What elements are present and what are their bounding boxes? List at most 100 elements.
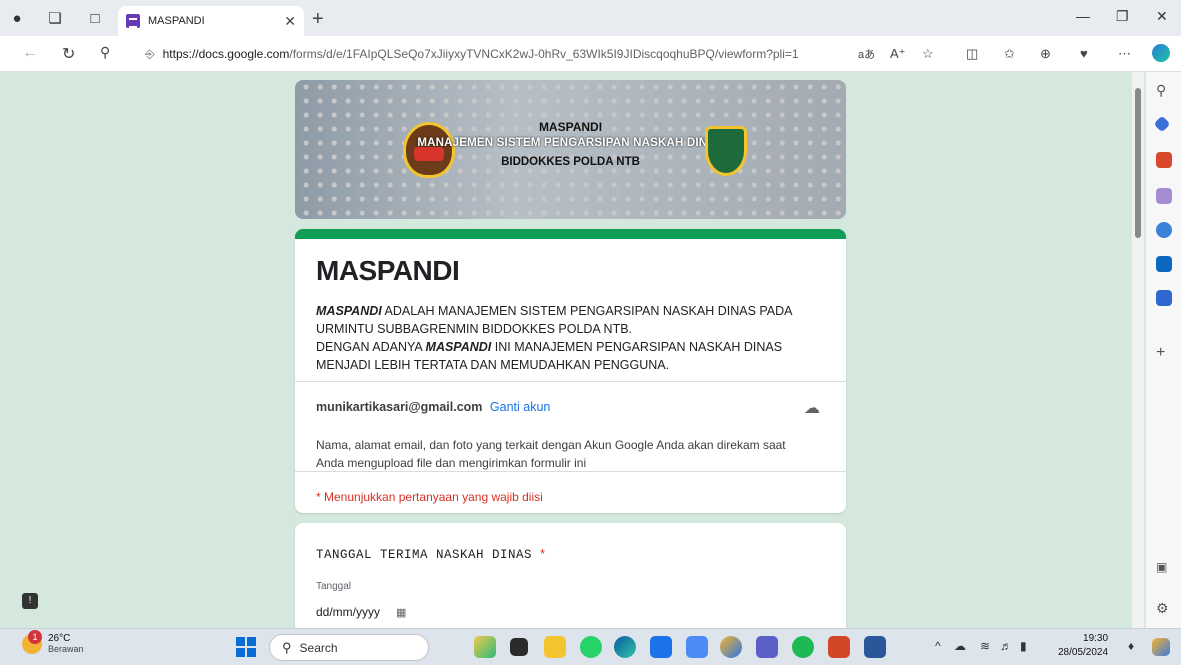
favorites-icon[interactable]: ✩ bbox=[1004, 46, 1015, 62]
battery-icon[interactable]: ▮ bbox=[1020, 639, 1027, 653]
teams-icon[interactable] bbox=[756, 636, 778, 658]
show-hidden-icons[interactable]: ^ bbox=[935, 639, 941, 653]
notifications-icon[interactable]: ♦ bbox=[1128, 639, 1134, 653]
start-button[interactable] bbox=[236, 637, 256, 657]
new-tab-icon[interactable]: + bbox=[312, 8, 324, 31]
report-feedback-icon[interactable]: ! bbox=[22, 593, 38, 609]
switch-account-link[interactable]: Ganti akun bbox=[490, 400, 550, 414]
drop-icon[interactable] bbox=[1156, 290, 1172, 306]
favorite-star-icon[interactable]: ☆ bbox=[922, 46, 934, 62]
more-options-icon[interactable]: ⋯ bbox=[1118, 46, 1131, 62]
question-title: TANGGAL TERIMA NASKAH DINAS * bbox=[316, 547, 545, 562]
copilot-icon[interactable] bbox=[1152, 44, 1170, 62]
onedrive-icon[interactable]: ☁ bbox=[954, 639, 966, 653]
banner-subtitle-2: BIDDOKKES POLDA NTB bbox=[501, 156, 640, 168]
restore-icon[interactable]: ❐ bbox=[1116, 8, 1129, 25]
system-clock[interactable]: 19:30 28/05/2024 bbox=[1058, 632, 1108, 660]
url-host: https://docs.google.com bbox=[162, 47, 290, 61]
close-tab-icon[interactable]: ✕ bbox=[284, 13, 296, 30]
spotify-icon[interactable] bbox=[792, 636, 814, 658]
desc-text-1: ADALAH MANAJEMEN SISTEM PENGARSIPAN NASK… bbox=[316, 304, 792, 336]
windows-taskbar: 1 26°C Berawan ⚲ Search ^ ☁ ≋ ♬ ▮ 19:30 … bbox=[0, 628, 1181, 665]
read-aloud-icon[interactable]: A⁺ bbox=[890, 46, 906, 62]
desc-emphasis-2: MASPANDI bbox=[425, 340, 492, 354]
required-note: * Menunjukkan pertanyaan yang wajib diis… bbox=[316, 490, 543, 504]
back-icon[interactable]: ← bbox=[22, 44, 38, 62]
address-bar-row: ← ↻ ⚲ ⎆ https://docs.google.com /forms/d… bbox=[0, 36, 1181, 72]
translate-icon[interactable]: aあ bbox=[858, 46, 875, 62]
whatsapp-icon[interactable] bbox=[580, 636, 602, 658]
tab-actions-icon[interactable]: □ bbox=[82, 5, 108, 31]
copilot-app-icon[interactable] bbox=[474, 636, 496, 658]
outlook-icon[interactable] bbox=[1156, 256, 1172, 272]
widget-app-icon[interactable] bbox=[1152, 638, 1170, 656]
clock-time: 19:30 bbox=[1083, 633, 1109, 644]
edge-icon[interactable] bbox=[614, 636, 636, 658]
office-icon[interactable] bbox=[1156, 222, 1172, 238]
refresh-icon[interactable]: ↻ bbox=[62, 44, 75, 64]
weather-icon: 1 bbox=[22, 630, 42, 654]
taskbar-search[interactable]: ⚲ Search bbox=[269, 634, 429, 661]
split-screen-icon[interactable]: ◫ bbox=[966, 46, 978, 62]
desc-text-2: DENGAN ADANYA bbox=[316, 340, 426, 354]
divider bbox=[295, 381, 846, 382]
required-asterisk: * bbox=[540, 547, 546, 561]
edge-sidebar: ⚲ + ▣ ⚙ bbox=[1145, 72, 1181, 628]
form-header-image: MASPANDI MANAJEMEN SISTEM PENGARSIPAN NA… bbox=[295, 80, 846, 219]
weather-badge: 1 bbox=[28, 630, 42, 644]
wifi-icon[interactable]: ≋ bbox=[980, 639, 990, 653]
file-explorer-icon[interactable] bbox=[544, 636, 566, 658]
cloud-save-icon: ☁ bbox=[804, 400, 820, 417]
desc-emphasis-1: MASPANDI bbox=[316, 304, 382, 318]
active-tab[interactable]: MASPANDI ✕ bbox=[118, 6, 304, 36]
date-placeholder: dd/mm/yyyy bbox=[316, 605, 381, 619]
word-icon[interactable] bbox=[864, 636, 886, 658]
form-description: MASPANDI ADALAH MANAJEMEN SISTEM PENGARS… bbox=[316, 302, 826, 374]
date-input[interactable]: dd/mm/yyyy ▦ bbox=[316, 605, 406, 619]
search-icon: ⚲ bbox=[282, 639, 292, 655]
store-icon[interactable] bbox=[650, 636, 672, 658]
hide-sidebar-icon[interactable]: ▣ bbox=[1156, 560, 1172, 576]
form-title: MASPANDI bbox=[316, 255, 460, 286]
chrome-style-app-icon[interactable] bbox=[720, 636, 742, 658]
date-sublabel: Tanggal bbox=[316, 581, 352, 592]
form-info-card: MASPANDI MASPANDI ADALAH MANAJEMEN SISTE… bbox=[295, 229, 846, 513]
volume-icon[interactable]: ♬ bbox=[1000, 639, 1012, 653]
temperature: 26°C bbox=[48, 633, 71, 644]
task-view-icon[interactable] bbox=[510, 638, 528, 656]
workspaces-icon[interactable]: ❏ bbox=[42, 5, 68, 31]
search-icon[interactable]: ⚲ bbox=[100, 44, 110, 61]
minimize-icon[interactable]: — bbox=[1076, 8, 1090, 24]
shopping-icon[interactable] bbox=[1153, 115, 1171, 133]
biddokkes-logo bbox=[705, 126, 747, 176]
calendar-icon[interactable]: ▦ bbox=[396, 606, 406, 619]
page-scrollbar[interactable] bbox=[1132, 72, 1144, 628]
scroll-thumb[interactable] bbox=[1135, 88, 1141, 238]
divider bbox=[295, 471, 846, 472]
close-window-icon[interactable]: ✕ bbox=[1156, 8, 1168, 25]
add-sidebar-icon[interactable]: + bbox=[1156, 344, 1172, 361]
account-email: munikartikasari@gmail.com bbox=[316, 400, 483, 414]
clock-date: 28/05/2024 bbox=[1058, 647, 1109, 658]
weather-widget[interactable]: 1 26°C Berawan bbox=[22, 630, 84, 655]
banner-subtitle: MANAJEMEN SISTEM PENGARSIPAN NASKAH DINA… bbox=[417, 137, 724, 149]
google-forms-icon bbox=[126, 14, 140, 28]
games-icon[interactable] bbox=[1156, 188, 1172, 204]
search-placeholder: Search bbox=[299, 640, 338, 655]
browser-essentials-icon[interactable]: ♥ bbox=[1080, 46, 1088, 61]
tab-title: MASPANDI bbox=[148, 15, 205, 27]
question-card: TANGGAL TERIMA NASKAH DINAS * Tanggal dd… bbox=[295, 523, 846, 633]
site-info-icon[interactable]: ⎆ bbox=[145, 47, 155, 62]
tools-icon[interactable] bbox=[1156, 152, 1172, 168]
tab-strip: ● ❏ □ MASPANDI ✕ + — ❐ ✕ bbox=[0, 0, 1181, 36]
profile-icon[interactable]: ● bbox=[4, 5, 30, 31]
meet-app-icon[interactable] bbox=[686, 636, 708, 658]
collections-icon[interactable]: ⊕ bbox=[1040, 46, 1051, 62]
sidebar-settings-icon[interactable]: ⚙ bbox=[1156, 600, 1172, 616]
url-field[interactable]: ⎆ https://docs.google.com /forms/d/e/1FA… bbox=[135, 41, 915, 67]
url-path: /forms/d/e/1FAIpQLSeQo7xJiiyxyTVNCxK2wJ-… bbox=[289, 47, 799, 61]
weather-condition: Berawan bbox=[48, 644, 84, 654]
powerpoint-icon[interactable] bbox=[828, 636, 850, 658]
banner-title: MASPANDI bbox=[538, 120, 603, 134]
search-icon[interactable]: ⚲ bbox=[1156, 82, 1172, 98]
